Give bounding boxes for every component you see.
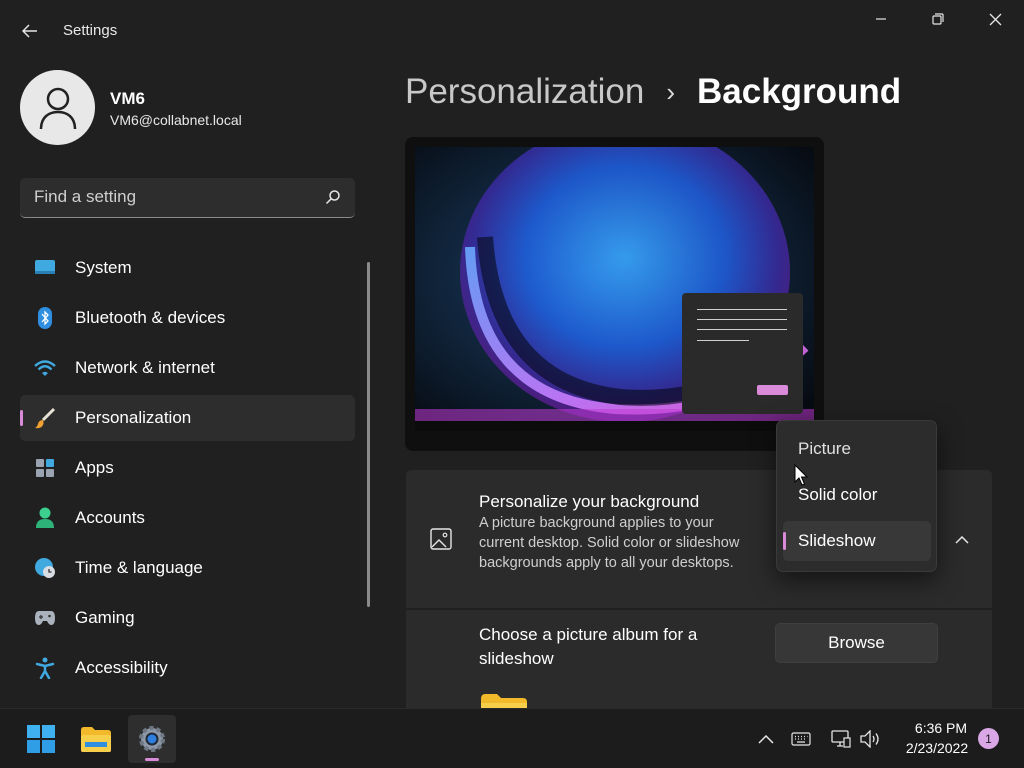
- card-description: A picture background applies to your cur…: [479, 515, 740, 571]
- paintbrush-icon: [34, 407, 56, 429]
- sidebar-item-accounts[interactable]: Accounts: [20, 495, 355, 541]
- minimize-icon: [876, 18, 886, 20]
- sidebar-item-label: Bluetooth & devices: [75, 308, 226, 327]
- sidebar-item-network[interactable]: Network & internet: [20, 345, 355, 391]
- picture-album-card: Choose a picture album for a slideshow B…: [406, 610, 992, 713]
- breadcrumb-separator: ›: [666, 76, 675, 107]
- sidebar-item-label: Gaming: [75, 608, 135, 627]
- page-title: Background: [696, 72, 902, 111]
- sidebar-item-label: Network & internet: [75, 358, 215, 377]
- notification-badge[interactable]: 1: [978, 728, 999, 749]
- user-email: VM6@collabnet.local: [110, 112, 242, 128]
- card-title: Personalize your background: [479, 492, 700, 511]
- minimize-button[interactable]: [852, 0, 910, 38]
- volume-icon: [860, 730, 879, 748]
- search-input[interactable]: [34, 187, 314, 207]
- chevron-up-icon: [955, 536, 969, 544]
- start-button[interactable]: [17, 715, 65, 763]
- title-bar: Settings: [0, 0, 1024, 62]
- settings-taskbar-button[interactable]: [128, 715, 176, 763]
- picture-icon: [430, 528, 452, 550]
- accessibility-icon: [34, 657, 56, 679]
- sidebar-item-system[interactable]: System: [20, 245, 355, 291]
- sidebar-item-gaming[interactable]: Gaming: [20, 595, 355, 641]
- sidebar-item-label: Accounts: [75, 508, 145, 527]
- show-hidden-icons-button[interactable]: [754, 727, 778, 751]
- sidebar-item-label: Time & language: [75, 558, 203, 577]
- avatar[interactable]: [20, 70, 95, 145]
- taskbar-time[interactable]: 6:36 PM: [904, 720, 978, 736]
- app-title: Settings: [63, 22, 118, 39]
- system-icon: [34, 257, 56, 279]
- collapse-button[interactable]: [946, 530, 978, 550]
- background-type-dropdown[interactable]: Picture Solid color Slideshow: [776, 420, 937, 572]
- taskbar-date[interactable]: 2/23/2022: [899, 740, 975, 756]
- keyboard-button[interactable]: [789, 727, 813, 751]
- breadcrumb: Personalization › Background: [405, 72, 901, 112]
- browse-button[interactable]: Browse: [775, 623, 938, 663]
- taskbar: 6:36 PM 2/23/2022 1: [0, 708, 1024, 768]
- wifi-icon: [34, 357, 56, 379]
- close-button[interactable]: [966, 0, 1024, 38]
- sidebar-item-time-language[interactable]: Time & language: [20, 545, 355, 591]
- sidebar-item-label: Accessibility: [75, 658, 168, 677]
- back-button[interactable]: [14, 16, 46, 46]
- sidebar-item-label: Apps: [75, 458, 114, 477]
- network-icon: [831, 730, 851, 748]
- desktop-preview: [405, 137, 824, 451]
- restore-icon: [932, 13, 944, 25]
- keyboard-icon: [791, 732, 811, 746]
- gamepad-icon: [34, 607, 56, 629]
- file-explorer-button[interactable]: [72, 715, 120, 763]
- accounts-icon: [34, 507, 56, 529]
- close-icon: [989, 13, 1001, 25]
- sidebar-item-personalization[interactable]: Personalization: [20, 395, 355, 441]
- breadcrumb-parent[interactable]: Personalization: [405, 72, 644, 112]
- windows-start-icon: [27, 725, 55, 753]
- settings-icon: [139, 726, 165, 752]
- bluetooth-icon: [34, 307, 56, 329]
- mouse-cursor-icon: [794, 464, 808, 486]
- file-explorer-icon: [81, 727, 111, 752]
- user-name: VM6: [110, 89, 145, 108]
- sidebar-scrollbar[interactable]: [367, 262, 370, 607]
- chevron-up-icon: [758, 734, 774, 744]
- preview-window: [682, 293, 803, 414]
- restore-button[interactable]: [909, 0, 967, 38]
- network-status-button[interactable]: [829, 727, 853, 751]
- person-icon: [39, 87, 76, 129]
- sidebar-item-label: System: [75, 258, 132, 277]
- sidebar-item-accessibility[interactable]: Accessibility: [20, 645, 355, 691]
- search-box[interactable]: [20, 178, 355, 218]
- album-card-title: Choose a picture album for a slideshow: [479, 625, 698, 668]
- search-icon[interactable]: [325, 189, 341, 205]
- sidebar-nav: System Bluetooth & devices Network & int…: [20, 245, 355, 695]
- sidebar-item-bluetooth[interactable]: Bluetooth & devices: [20, 295, 355, 341]
- volume-button[interactable]: [859, 727, 883, 751]
- back-arrow-icon: [22, 24, 37, 38]
- dropdown-option-slideshow[interactable]: Slideshow: [783, 521, 931, 561]
- sidebar-item-label: Personalization: [75, 408, 192, 427]
- apps-icon: [34, 457, 56, 479]
- globe-clock-icon: [34, 557, 56, 579]
- sidebar-item-apps[interactable]: Apps: [20, 445, 355, 491]
- dropdown-option-picture[interactable]: Picture: [783, 429, 931, 469]
